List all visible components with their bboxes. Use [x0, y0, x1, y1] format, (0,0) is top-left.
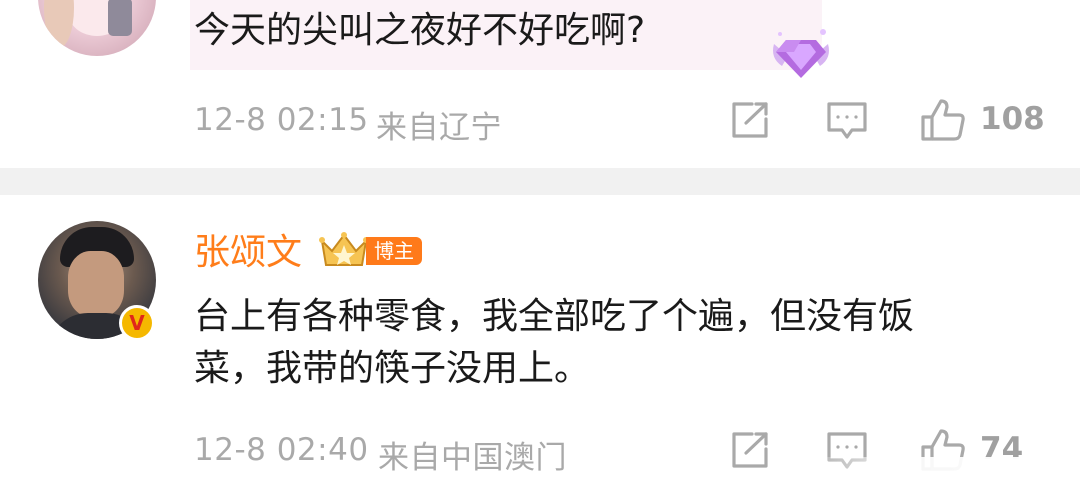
comment-text-line-2: 菜，我带的筷子没用上。 — [194, 348, 591, 389]
comment-text-line-1: 台上有各种零食，我全部吃了个遍，但没有饭 — [194, 296, 915, 337]
comment-item-2: V 张颂文 博主 台上有各种零食，我全部吃了个遍，但没有饭 菜，我带的筷子没用上… — [0, 195, 1080, 493]
comment-location: 来自辽宁 — [376, 110, 502, 146]
avatar-phone — [108, 0, 132, 36]
comment-item-1: 今天的尖叫之夜好不好吃啊? 12-8 02:15 来自辽宁 108 — [0, 0, 1080, 165]
username[interactable]: 张颂文 — [194, 223, 302, 275]
share-icon[interactable] — [730, 101, 770, 139]
comment-time: 12-8 02:15 — [194, 102, 369, 138]
verified-badge-label: V — [129, 311, 145, 335]
avatar-hair — [44, 0, 74, 48]
comment-time: 12-8 02:40 — [194, 432, 369, 468]
comment-icon[interactable] — [826, 101, 868, 141]
comment-text: 今天的尖叫之夜好不好吃啊? — [194, 10, 646, 51]
verified-badge: V — [119, 305, 155, 341]
section-divider — [0, 168, 1080, 195]
crown-icon — [318, 231, 370, 269]
bottom-fade-overlay — [800, 457, 1080, 493]
like-count: 108 — [980, 101, 1045, 137]
share-icon[interactable] — [730, 431, 770, 469]
avatar-face — [68, 251, 124, 317]
avatar[interactable] — [38, 0, 156, 56]
comment-location: 来自中国澳门 — [378, 440, 567, 476]
gem-badge-icon — [768, 26, 834, 84]
thumbs-up-icon[interactable] — [920, 98, 966, 142]
role-badge: 博主 — [366, 237, 422, 265]
